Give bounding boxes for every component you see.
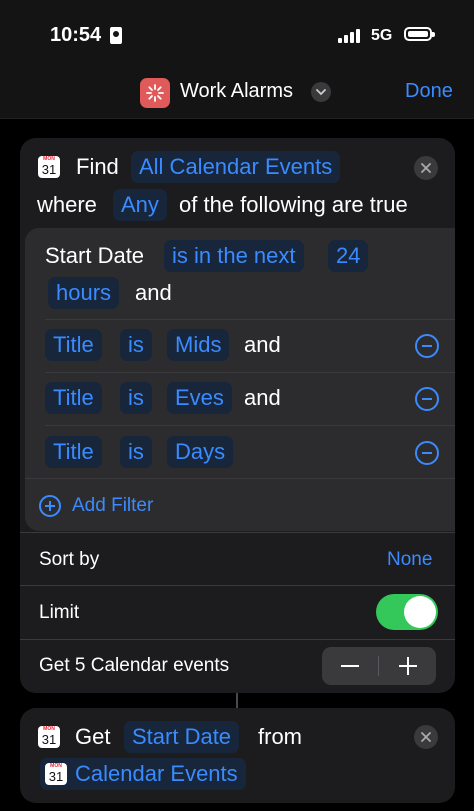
- network-type: 5G: [371, 27, 393, 44]
- count-stepper: [322, 647, 436, 685]
- status-bar: 10:54 5G: [0, 0, 474, 60]
- row-divider: [20, 532, 455, 533]
- nav-divider: [0, 118, 474, 119]
- sort-by-label: Sort by: [39, 549, 100, 570]
- filter-joiner: and: [244, 332, 281, 357]
- add-filter-button[interactable]: Add Filter: [72, 492, 153, 520]
- source-token[interactable]: All Calendar Events: [131, 151, 341, 183]
- battery-icon: [404, 27, 435, 41]
- limit-toggle[interactable]: [376, 594, 438, 630]
- add-filter-icon[interactable]: [39, 495, 61, 517]
- row-divider: [45, 319, 455, 320]
- remove-filter-icon[interactable]: [415, 441, 439, 465]
- calendar-icon: MON 31: [38, 726, 60, 748]
- close-icon: [421, 732, 431, 742]
- filter-field-token[interactable]: Title: [45, 436, 102, 468]
- filter-value-token[interactable]: Eves: [167, 382, 232, 414]
- status-time: 10:54: [50, 24, 102, 46]
- find-label: Find: [76, 154, 119, 179]
- filter-field[interactable]: Start Date: [45, 242, 144, 270]
- stepper-divider: [378, 656, 379, 676]
- filter-value-token[interactable]: Mids: [167, 329, 230, 361]
- filter-value-token[interactable]: Days: [167, 436, 234, 468]
- remove-action-button[interactable]: [414, 156, 438, 180]
- row-divider: [45, 372, 455, 373]
- filter-field-token[interactable]: Title: [45, 329, 102, 361]
- contact-card-icon: [110, 27, 122, 44]
- decrement-button[interactable]: [322, 647, 378, 685]
- calendar-icon-day: 31: [48, 769, 64, 784]
- row-divider: [25, 478, 455, 479]
- property-token[interactable]: Start Date: [124, 721, 240, 753]
- from-label: from: [258, 724, 302, 749]
- filter-unit-token[interactable]: hours: [48, 277, 120, 309]
- cellular-signal-icon: [338, 29, 362, 43]
- calendar-icon-day: 31: [41, 732, 57, 747]
- get-label: Get: [75, 724, 111, 749]
- filter-field-token[interactable]: Title: [45, 382, 102, 414]
- shortcut-app-icon[interactable]: [140, 78, 170, 108]
- shortcut-title[interactable]: Work Alarms: [180, 80, 293, 103]
- limit-label: Limit: [39, 602, 80, 623]
- action-connector: [236, 693, 238, 708]
- toggle-knob: [404, 596, 436, 628]
- where-label: where: [37, 192, 97, 217]
- filter-operator-token[interactable]: is: [120, 329, 152, 361]
- remove-filter-icon[interactable]: [415, 387, 439, 411]
- row-divider: [20, 639, 455, 640]
- match-mode-token[interactable]: Any: [113, 189, 167, 221]
- source-token[interactable]: Calendar Events: [40, 758, 246, 790]
- filter-operator-token[interactable]: is in the next: [164, 240, 304, 272]
- calendar-icon: MON 31: [45, 763, 67, 785]
- filter-value-token[interactable]: 24: [328, 240, 369, 272]
- chevron-down-icon[interactable]: [311, 82, 331, 102]
- sort-by-value[interactable]: None: [387, 546, 432, 574]
- filter-joiner: and: [135, 280, 172, 305]
- done-button[interactable]: Done: [405, 80, 453, 103]
- calendar-icon-day: 31: [41, 162, 57, 177]
- filter-list: [25, 228, 455, 531]
- filter-joiner: and: [244, 385, 281, 410]
- remove-action-button[interactable]: [414, 725, 438, 749]
- filter-operator-token[interactable]: is: [120, 382, 152, 414]
- increment-button[interactable]: [380, 647, 436, 685]
- close-icon: [421, 163, 431, 173]
- condition-text: of the following are true: [179, 192, 408, 217]
- count-label: Get 5 Calendar events: [39, 655, 230, 676]
- calendar-icon: MON 31: [38, 156, 60, 178]
- remove-filter-icon[interactable]: [415, 334, 439, 358]
- row-divider: [45, 425, 455, 426]
- row-divider: [20, 585, 455, 586]
- filter-operator-token[interactable]: is: [120, 436, 152, 468]
